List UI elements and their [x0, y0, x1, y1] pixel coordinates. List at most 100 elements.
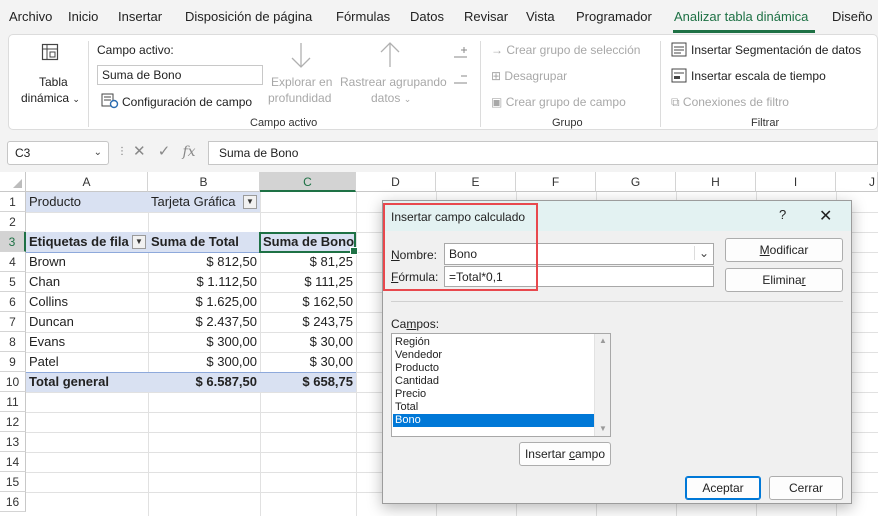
menu-archivo[interactable]: Archivo — [9, 9, 52, 24]
menu-vista[interactable]: Vista — [526, 9, 555, 24]
column-header-e[interactable]: E — [436, 172, 516, 192]
cell-b7[interactable]: $ 2.437,50 — [148, 312, 260, 332]
row-header-6[interactable]: 6 — [0, 292, 26, 312]
row-header-5[interactable]: 5 — [0, 272, 26, 292]
list-item[interactable]: Vendedor — [393, 349, 595, 362]
select-all-corner[interactable] — [0, 172, 26, 192]
enter-icon[interactable]: ✓ — [158, 143, 171, 160]
list-item[interactable]: Cantidad — [393, 375, 595, 388]
cancel-icon[interactable]: ✕ — [133, 143, 146, 160]
column-header-h[interactable]: H — [676, 172, 756, 192]
create-group-field-button[interactable]: ▣ Crear grupo de campo — [491, 95, 626, 109]
cell-b10[interactable]: $ 6.587,50 — [148, 372, 260, 392]
fields-listbox[interactable]: Región Vendedor Producto Cantidad Precio… — [391, 333, 611, 437]
row-header-10[interactable]: 10 — [0, 372, 26, 392]
row-header-8[interactable]: 8 — [0, 332, 26, 352]
row-header-9[interactable]: 9 — [0, 352, 26, 372]
cell-a8[interactable]: Evans — [26, 332, 148, 352]
cell-a4[interactable]: Brown — [26, 252, 148, 272]
accept-button[interactable]: Aceptar — [685, 476, 761, 500]
column-header-b[interactable]: B — [148, 172, 260, 192]
row-header-11[interactable]: 11 — [0, 392, 26, 412]
chevron-down-icon[interactable]: ⌄ — [693, 246, 709, 260]
active-field-input[interactable]: Suma de Bono — [97, 65, 263, 85]
chevron-down-icon[interactable]: ⌄ — [94, 147, 102, 158]
collapse-field-icon[interactable] — [453, 73, 469, 87]
list-item[interactable]: Producto — [393, 362, 595, 375]
close-icon[interactable]: ✕ — [819, 206, 832, 226]
list-item[interactable]: Región — [393, 336, 595, 349]
column-header-f[interactable]: F — [516, 172, 596, 192]
cell-c8[interactable]: $ 30,00 — [260, 332, 356, 352]
menu-revisar[interactable]: Revisar — [464, 9, 508, 24]
cell-b8[interactable]: $ 300,00 — [148, 332, 260, 352]
cell-c5[interactable]: $ 111,25 — [260, 272, 356, 292]
list-item[interactable]: Total — [393, 401, 595, 414]
ungroup-button[interactable]: ⊞ Desagrupar — [491, 69, 567, 83]
more-options-icon[interactable]: ⋮ — [117, 146, 127, 157]
menu-diseno[interactable]: Diseño — [832, 9, 872, 24]
list-item-selected[interactable]: Bono — [393, 414, 595, 427]
name-box[interactable]: C3 ⌄ — [7, 141, 109, 165]
row-header-3[interactable]: 3 — [0, 232, 26, 252]
cell-a3[interactable]: Etiquetas de fila — [26, 232, 132, 252]
cell-b1[interactable]: Tarjeta Gráfica — [148, 192, 242, 212]
row-header-14[interactable]: 14 — [0, 452, 26, 472]
timeline-icon[interactable] — [671, 68, 687, 83]
cell-a7[interactable]: Duncan — [26, 312, 148, 332]
expand-field-icon[interactable] — [453, 47, 469, 61]
column-header-c[interactable]: C — [260, 172, 356, 192]
cell-b5[interactable]: $ 1.112,50 — [148, 272, 260, 292]
drill-up-button[interactable]: Rastrear agrupando — [340, 75, 447, 89]
row-header-13[interactable]: 13 — [0, 432, 26, 452]
insert-timeline-button[interactable]: Insertar escala de tiempo — [691, 69, 826, 83]
menu-formulas[interactable]: Fórmulas — [336, 9, 390, 24]
help-icon[interactable]: ? — [779, 207, 786, 222]
row-header-2[interactable]: 2 — [0, 212, 26, 232]
insert-function-icon[interactable]: fx — [183, 144, 196, 160]
cell-a9[interactable]: Patel — [26, 352, 148, 372]
name-combobox[interactable]: Bono ⌄ — [444, 243, 714, 265]
filter-icon[interactable]: ▼ — [243, 195, 257, 209]
pivot-table-label-2[interactable]: dinámica ⌄ — [21, 91, 80, 105]
filter-connections-button[interactable]: ⧉ Conexiones de filtro — [671, 95, 789, 110]
create-group-selection-button[interactable]: → Crear grupo de selección — [491, 43, 640, 57]
row-header-7[interactable]: 7 — [0, 312, 26, 332]
column-header-d[interactable]: D — [356, 172, 436, 192]
pivot-table-icon[interactable] — [41, 43, 59, 61]
listbox-scrollbar[interactable]: ▲ ▼ — [594, 334, 610, 436]
cell-a10[interactable]: Total general — [26, 372, 148, 392]
menu-datos[interactable]: Datos — [410, 9, 444, 24]
drill-down-button[interactable]: Explorar en — [271, 75, 332, 89]
pivot-table-label[interactable]: Tabla — [39, 75, 68, 89]
cell-b6[interactable]: $ 1.625,00 — [148, 292, 260, 312]
cell-b9[interactable]: $ 300,00 — [148, 352, 260, 372]
cell-b4[interactable]: $ 812,50 — [148, 252, 260, 272]
delete-button[interactable]: Eliminar — [725, 268, 843, 292]
close-button[interactable]: Cerrar — [769, 476, 843, 500]
formula-field[interactable]: =Total*0,1 — [444, 266, 714, 287]
formula-input[interactable]: Suma de Bono — [208, 141, 878, 165]
column-header-j[interactable]: J — [836, 172, 878, 192]
menu-inicio[interactable]: Inicio — [68, 9, 98, 24]
menu-analizar-tabla-dinamica[interactable]: Analizar tabla dinámica — [674, 9, 808, 24]
drill-down-label-2[interactable]: profundidad — [268, 91, 331, 105]
cell-a1[interactable]: Producto — [26, 192, 148, 212]
cell-a6[interactable]: Collins — [26, 292, 148, 312]
row-header-1[interactable]: 1 — [0, 192, 26, 212]
insert-slicer-button[interactable]: Insertar Segmentación de datos — [691, 43, 861, 57]
row-header-16[interactable]: 16 — [0, 492, 26, 512]
cell-b3[interactable]: Suma de Total — [148, 232, 260, 252]
column-header-i[interactable]: I — [756, 172, 836, 192]
scroll-down-icon[interactable]: ▼ — [599, 424, 607, 433]
cell-c6[interactable]: $ 162,50 — [260, 292, 356, 312]
menu-insertar[interactable]: Insertar — [118, 9, 162, 24]
list-item[interactable]: Precio — [393, 388, 595, 401]
cell-c7[interactable]: $ 243,75 — [260, 312, 356, 332]
column-header-a[interactable]: A — [26, 172, 148, 192]
menu-disposicion[interactable]: Disposición de página — [185, 9, 312, 24]
drill-up-label-2[interactable]: datos ⌄ — [371, 91, 411, 105]
cell-a5[interactable]: Chan — [26, 272, 148, 292]
scroll-up-icon[interactable]: ▲ — [599, 336, 607, 345]
dropdown-arrow-icon[interactable]: ▼ — [132, 235, 146, 249]
